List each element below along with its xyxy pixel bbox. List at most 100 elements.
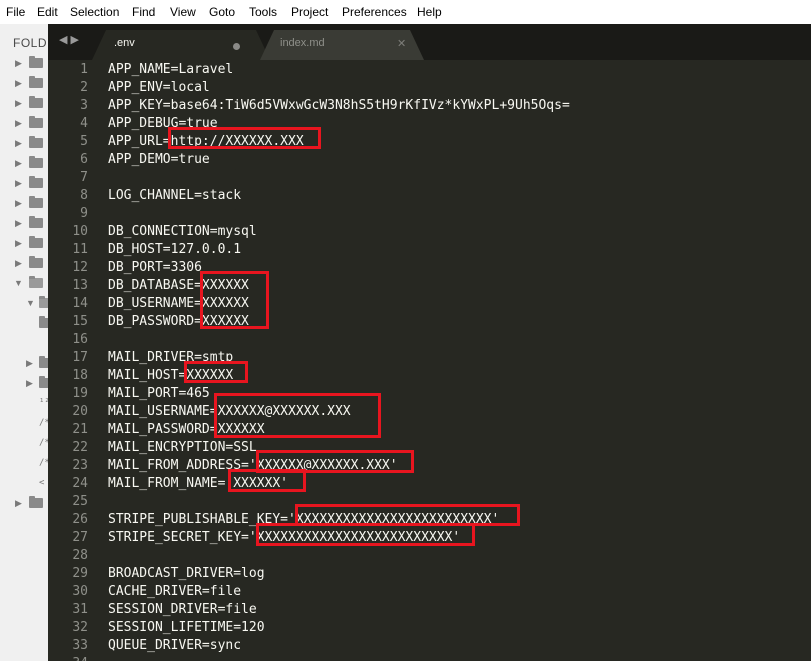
line-number: 24 [72, 476, 88, 491]
sidebar-folder-expanded[interactable]: ▼ [0, 276, 48, 290]
tab-env[interactable]: .env [92, 30, 270, 60]
code-line[interactable]: SESSION_LIFETIME=120 [108, 619, 265, 637]
sidebar-folder[interactable]: ▶ [0, 116, 48, 130]
chevron-right-icon[interactable]: ▶ [15, 256, 22, 270]
redaction-box-stripe-secret-key [256, 523, 475, 546]
line-number: 21 [72, 422, 88, 437]
line-number: 5 [80, 134, 88, 149]
chevron-right-icon[interactable]: ▶ [15, 136, 22, 150]
sidebar-folder[interactable]: ▶ [0, 196, 48, 210]
menu-view[interactable]: View [170, 5, 196, 19]
file-icon[interactable]: < [39, 476, 44, 490]
line-number: 34 [48, 655, 88, 661]
code-line[interactable]: APP_ENV=local [108, 79, 210, 97]
code-line[interactable]: APP_NAME=Laravel [108, 61, 233, 79]
line-number: 3 [80, 98, 88, 113]
line-number: 19 [72, 386, 88, 401]
code-editor[interactable]: 1 2 3 4 5 6 7 8 9 10 11 12 13 14 15 16 17 18 19 20 21 22 23 24 2… [48, 60, 811, 661]
chevron-down-icon[interactable]: ▼ [26, 296, 35, 310]
folder-icon [29, 496, 43, 508]
chevron-right-icon[interactable]: ▶ [15, 216, 22, 230]
chevron-right-icon[interactable]: ▶ [15, 96, 22, 110]
sidebar-subfolder-expanded[interactable]: ▼ [0, 296, 48, 310]
redaction-box-mail-from-name [228, 469, 306, 492]
line-number: 31 [72, 602, 88, 617]
menu-selection[interactable]: Selection [70, 5, 119, 19]
menu-help[interactable]: Help [417, 5, 442, 19]
chevron-right-icon[interactable]: ▶ [15, 116, 22, 130]
line-number: 27 [72, 530, 88, 545]
chevron-down-icon[interactable]: ▼ [14, 276, 23, 290]
unsaved-dot-icon[interactable] [233, 43, 240, 50]
line-number: 18 [72, 368, 88, 383]
sidebar-folder[interactable]: ▶ [0, 96, 48, 110]
sidebar-folder[interactable]: ▶ [0, 136, 48, 150]
code-line[interactable]: MAIL_PORT=465 [108, 385, 210, 403]
chevron-right-icon[interactable]: ▶ [15, 236, 22, 250]
line-number: 32 [72, 620, 88, 635]
file-icon[interactable]: /* [39, 416, 48, 430]
code-line[interactable]: MAIL_ENCRYPTION=SSL [108, 439, 257, 457]
chevron-right-icon[interactable]: ▶ [15, 176, 22, 190]
folder-icon [39, 356, 48, 368]
line-number: 15 [72, 314, 88, 329]
code-line[interactable]: APP_KEY=base64:TiW6d5VWxwGcW3N8hS5tH9rKf… [108, 97, 570, 115]
code-line[interactable]: SESSION_DRIVER=file [108, 601, 257, 619]
menu-find[interactable]: Find [132, 5, 155, 19]
close-icon[interactable]: ✕ [397, 37, 406, 50]
code-line[interactable]: DB_PORT=3306 [108, 259, 202, 277]
code-line[interactable]: DB_HOST=127.0.0.1 [108, 241, 241, 259]
menu-tools[interactable]: Tools [249, 5, 277, 19]
line-number: 10 [72, 224, 88, 239]
line-number: 17 [72, 350, 88, 365]
sidebar-folder[interactable]: ▶ [0, 376, 48, 390]
line-number: 25 [72, 494, 88, 509]
sidebar-folder[interactable]: ▶ [0, 56, 48, 70]
tab-index-md[interactable]: index.md ✕ [260, 30, 424, 60]
file-icon[interactable]: /* [39, 436, 48, 450]
line-number: 6 [80, 152, 88, 167]
menu-edit[interactable]: Edit [37, 5, 58, 19]
sidebar-folder[interactable]: ▶ [0, 216, 48, 230]
chevron-right-icon[interactable]: ▶ [15, 156, 22, 170]
sidebar-folder[interactable]: ▶ [0, 356, 48, 370]
line-number: 22 [72, 440, 88, 455]
menu-file[interactable]: File [6, 5, 25, 19]
folder-icon [29, 56, 43, 68]
line-number: 26 [72, 512, 88, 527]
redaction-box-db-credentials [200, 271, 269, 329]
code-line[interactable]: CACHE_DRIVER=file [108, 583, 241, 601]
code-line[interactable]: APP_DEMO=true [108, 151, 210, 169]
file-icon[interactable]: ¹² [39, 396, 48, 410]
chevron-right-icon[interactable]: ▶ [15, 196, 22, 210]
code-line[interactable]: QUEUE_DRIVER=sync [108, 637, 241, 655]
sidebar-folder[interactable]: ▶ [0, 156, 48, 170]
chevron-right-icon[interactable]: ▶ [15, 56, 22, 70]
line-number: 23 [72, 458, 88, 473]
chevron-right-icon[interactable]: ▶ [15, 496, 22, 510]
menu-preferences[interactable]: Preferences [342, 5, 407, 19]
folder-icon [29, 76, 43, 88]
sidebar-folder[interactable]: ▶ [0, 76, 48, 90]
menu-goto[interactable]: Goto [209, 5, 235, 19]
chevron-right-icon[interactable]: ▶ [26, 356, 33, 370]
folder-icon [29, 156, 43, 168]
code-line[interactable]: DB_CONNECTION=mysql [108, 223, 257, 241]
line-number: 7 [80, 170, 88, 185]
sidebar-folder[interactable]: ▶ [0, 176, 48, 190]
sidebar-subfolder[interactable] [0, 316, 48, 330]
chevron-right-icon[interactable]: ▶ [26, 376, 33, 390]
chevron-right-icon[interactable]: ▶ [15, 76, 22, 90]
file-icon[interactable]: /* [39, 456, 48, 470]
menu-project[interactable]: Project [291, 5, 328, 19]
sidebar-folder[interactable]: ▶ [0, 256, 48, 270]
line-number: 9 [80, 206, 88, 221]
redaction-box-app-url [168, 127, 321, 149]
tab-nav-arrows-icon[interactable]: ◀▶ [59, 33, 82, 46]
code-line[interactable]: BROADCAST_DRIVER=log [108, 565, 265, 583]
sidebar-folder[interactable]: ▶ [0, 496, 48, 510]
folder-icon [29, 96, 43, 108]
sidebar-folder[interactable]: ▶ [0, 236, 48, 250]
line-number: 8 [80, 188, 88, 203]
code-line[interactable]: LOG_CHANNEL=stack [108, 187, 241, 205]
